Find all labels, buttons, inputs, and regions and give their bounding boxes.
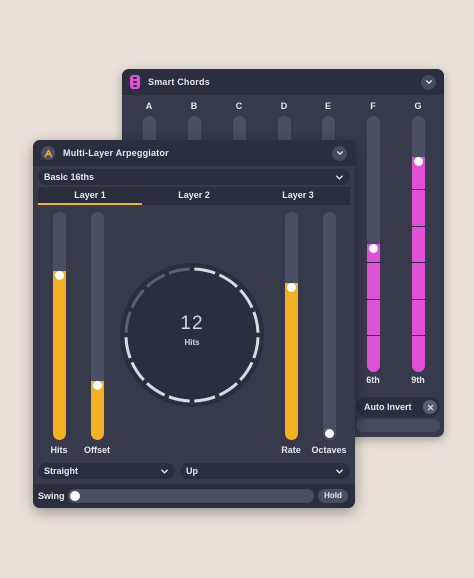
chord-letter: B: [190, 101, 198, 111]
chevron-down-icon: [161, 468, 168, 474]
octaves-slider-handle[interactable]: [325, 429, 334, 438]
chord-letter: E: [324, 101, 331, 111]
dial-label: Hits: [184, 338, 200, 347]
hits-slider[interactable]: [53, 212, 66, 440]
swing-slider-handle[interactable]: [70, 491, 80, 501]
swing-label: Swing: [38, 491, 65, 501]
dial-value: 12: [180, 313, 204, 334]
auto-invert-toggle[interactable]: Auto Invert: [356, 397, 440, 417]
chord-slider-handle[interactable]: [368, 244, 378, 253]
smart-chords-titlebar: Smart Chords: [122, 69, 444, 95]
chord-column-f: F 6th: [365, 99, 381, 385]
hits-label: Hits: [50, 445, 68, 455]
offset-label: Offset: [83, 445, 110, 455]
close-icon[interactable]: [423, 400, 437, 414]
hits-slider-fill: [53, 271, 66, 440]
arpeggiator-titlebar: Multi-Layer Arpeggiator: [33, 140, 355, 166]
arpeggiator-window: Multi-Layer Arpeggiator Basic 16ths Laye…: [33, 140, 355, 508]
preset-value: Basic 16ths: [44, 172, 95, 182]
rate-slider-handle[interactable]: [287, 282, 296, 292]
chord-slider-g[interactable]: [411, 116, 425, 372]
hits-dial-ring: [120, 263, 264, 407]
timing-mode-select[interactable]: Straight: [38, 463, 175, 479]
chords-app-icon: [130, 75, 140, 89]
offset-slider[interactable]: [91, 212, 104, 440]
chord-letter: G: [414, 101, 422, 111]
chevron-down-icon: [336, 174, 343, 180]
layer-tabs: Layer 1 Layer 2 Layer 3: [38, 187, 350, 205]
arpeggiator-app-icon: [41, 146, 55, 160]
arpeggiator-title: Multi-Layer Arpeggiator: [63, 148, 169, 158]
octaves-slider[interactable]: [323, 212, 336, 440]
chord-step-divider: [411, 189, 425, 191]
timing-mode-value: Straight: [44, 466, 79, 476]
chord-column-g: G 9th: [410, 99, 426, 385]
chord-step-divider: [411, 262, 425, 264]
octaves-label: Octaves: [311, 445, 347, 455]
chord-slider-f[interactable]: [366, 116, 380, 372]
rate-slider[interactable]: [285, 212, 298, 440]
chord-letter: D: [280, 101, 288, 111]
direction-value: Up: [186, 466, 198, 476]
chord-slider-handle[interactable]: [413, 156, 423, 166]
chevron-down-icon[interactable]: [421, 74, 436, 90]
chord-letter: A: [145, 101, 153, 111]
chord-letter: F: [370, 101, 376, 111]
hits-dial[interactable]: 12 Hits: [118, 261, 266, 409]
chord-step-divider: [411, 225, 425, 227]
rate-slider-fill: [285, 282, 298, 440]
chord-letter: C: [235, 101, 243, 111]
tab-layer-3[interactable]: Layer 3: [246, 187, 350, 205]
tab-layer-2[interactable]: Layer 2: [142, 187, 246, 205]
hold-button[interactable]: Hold: [318, 489, 348, 503]
chevron-down-icon[interactable]: [332, 145, 347, 161]
swing-bar: Swing Hold: [33, 484, 355, 508]
chord-step-divider: [366, 335, 380, 337]
smart-chords-title: Smart Chords: [148, 77, 210, 87]
preset-select[interactable]: Basic 16ths: [38, 169, 350, 185]
chevron-down-icon: [336, 468, 343, 474]
chord-step-divider: [411, 335, 425, 337]
tab-layer-1[interactable]: Layer 1: [38, 187, 142, 205]
chord-step-divider: [366, 298, 380, 300]
rate-label: Rate: [281, 445, 301, 455]
chord-step-divider: [411, 298, 425, 300]
chords-bottom-bar[interactable]: [356, 419, 440, 432]
chord-step-divider: [366, 262, 380, 264]
offset-slider-handle[interactable]: [93, 380, 102, 390]
direction-select[interactable]: Up: [180, 463, 350, 479]
swing-slider[interactable]: [68, 489, 314, 503]
chord-interval-label: 6th: [366, 375, 380, 385]
auto-invert-label: Auto Invert: [364, 402, 412, 412]
chord-interval-label: 9th: [411, 375, 425, 385]
